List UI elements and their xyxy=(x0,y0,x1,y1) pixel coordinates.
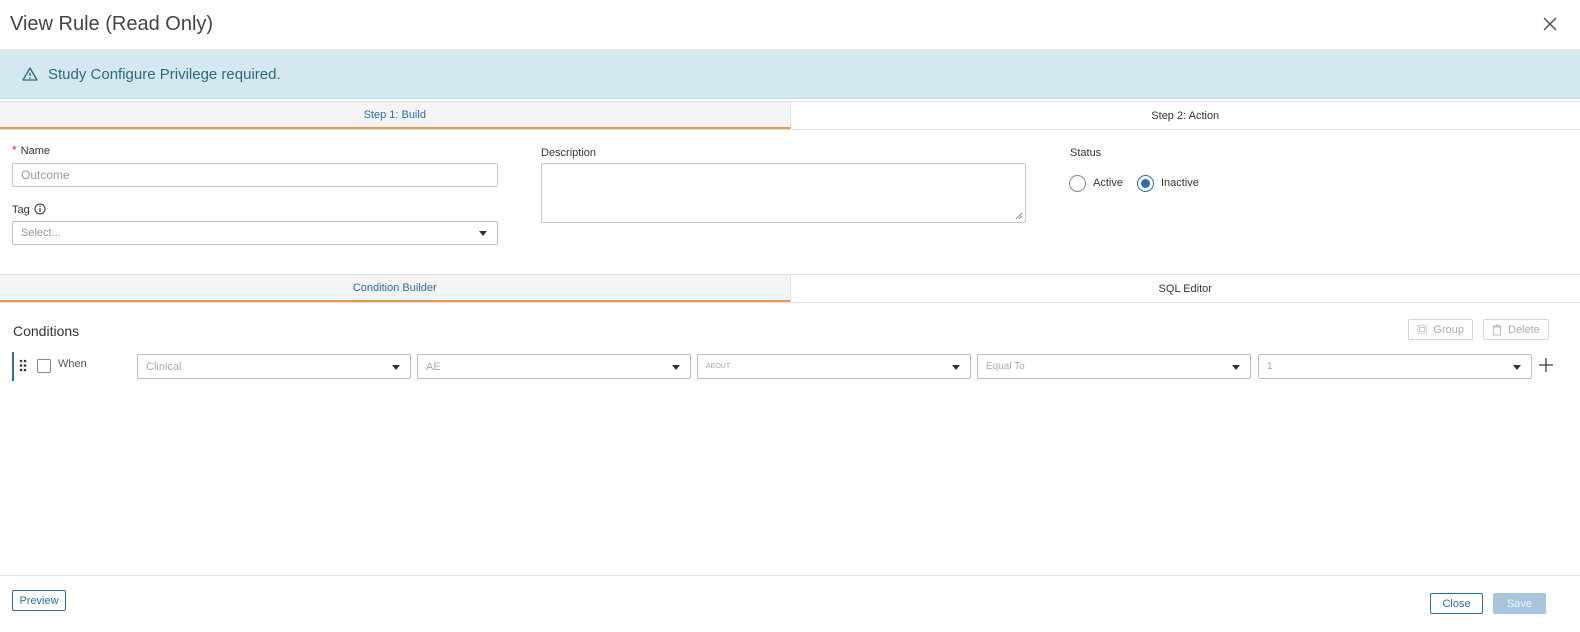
condition-field-value: AEOUT xyxy=(706,363,731,370)
tag-placeholder: Select... xyxy=(21,227,61,239)
tab-sql-editor[interactable]: SQL Editor xyxy=(789,275,1580,302)
builder-tabs: Condition Builder SQL Editor xyxy=(0,274,1580,303)
description-textarea[interactable] xyxy=(541,163,1026,223)
condition-row-checkbox[interactable] xyxy=(37,359,51,373)
group-button[interactable]: Group xyxy=(1408,319,1473,340)
add-condition-icon[interactable] xyxy=(1538,357,1554,373)
dialog-footer xyxy=(0,575,1580,632)
tag-label-text: Tag xyxy=(12,204,30,216)
tag-label: Tag xyxy=(12,204,30,216)
conditions-title: Conditions xyxy=(13,323,80,339)
close-icon[interactable] xyxy=(1540,14,1560,34)
dialog-header: View Rule (Read Only) xyxy=(0,0,1580,50)
condition-operator-value: Equal To xyxy=(986,361,1025,372)
condition-value-select[interactable]: 1 xyxy=(1258,354,1532,379)
condition-operator-select[interactable]: Equal To xyxy=(977,354,1251,379)
condition-form-value: AE xyxy=(426,360,441,373)
alert-message: Study Configure Privilege required. xyxy=(48,66,281,83)
tab-step-2-action[interactable]: Step 2: Action xyxy=(789,102,1580,129)
tab-step-1-build[interactable]: Step 1: Build xyxy=(0,102,790,129)
condition-row-indicator xyxy=(12,352,14,381)
warning-triangle-icon xyxy=(22,67,38,81)
name-input[interactable]: Outcome xyxy=(12,163,498,187)
chevron-down-icon xyxy=(1232,364,1240,370)
save-button[interactable]: Save xyxy=(1493,593,1546,614)
delete-label: Delete xyxy=(1508,323,1540,336)
name-label: * Name xyxy=(12,143,50,157)
info-icon[interactable] xyxy=(34,203,46,215)
status-active-label: Active xyxy=(1093,177,1123,189)
group-label: Group xyxy=(1433,323,1464,336)
step-tabs: Step 1: Build Step 2: Action xyxy=(0,101,1580,130)
delete-button[interactable]: Delete xyxy=(1483,319,1549,340)
description-label: Description xyxy=(541,147,597,159)
status-label: Status xyxy=(1070,147,1102,159)
condition-category-select[interactable]: Clinical xyxy=(137,354,411,379)
chevron-down-icon xyxy=(952,364,960,370)
resize-grip-icon[interactable] xyxy=(1015,212,1023,220)
condition-category-value: Clinical xyxy=(146,360,182,373)
when-label: When xyxy=(58,358,87,370)
status-active-radio[interactable] xyxy=(1069,175,1086,192)
chevron-down-icon xyxy=(392,364,400,370)
trash-icon xyxy=(1492,323,1502,335)
tag-select[interactable]: Select... xyxy=(12,221,498,245)
condition-form-select[interactable]: AE xyxy=(417,354,691,379)
condition-value-value: 1 xyxy=(1267,361,1273,372)
chevron-down-icon xyxy=(479,231,487,236)
name-label-text: Name xyxy=(20,145,51,157)
status-inactive-label: Inactive xyxy=(1161,177,1199,189)
drag-handle-icon[interactable] xyxy=(19,359,27,372)
name-placeholder: Outcome xyxy=(21,168,70,182)
required-marker: * xyxy=(12,143,17,157)
dialog-title: View Rule (Read Only) xyxy=(10,13,214,35)
close-button[interactable]: Close xyxy=(1430,593,1483,614)
chevron-down-icon xyxy=(1513,364,1521,370)
tab-condition-builder[interactable]: Condition Builder xyxy=(0,275,790,302)
group-icon xyxy=(1417,325,1427,334)
privilege-alert: Study Configure Privilege required. xyxy=(0,50,1580,99)
preview-button[interactable]: Preview xyxy=(12,590,66,611)
chevron-down-icon xyxy=(672,364,680,370)
condition-field-select[interactable]: AEOUT xyxy=(697,354,971,379)
status-inactive-radio[interactable] xyxy=(1137,175,1154,192)
